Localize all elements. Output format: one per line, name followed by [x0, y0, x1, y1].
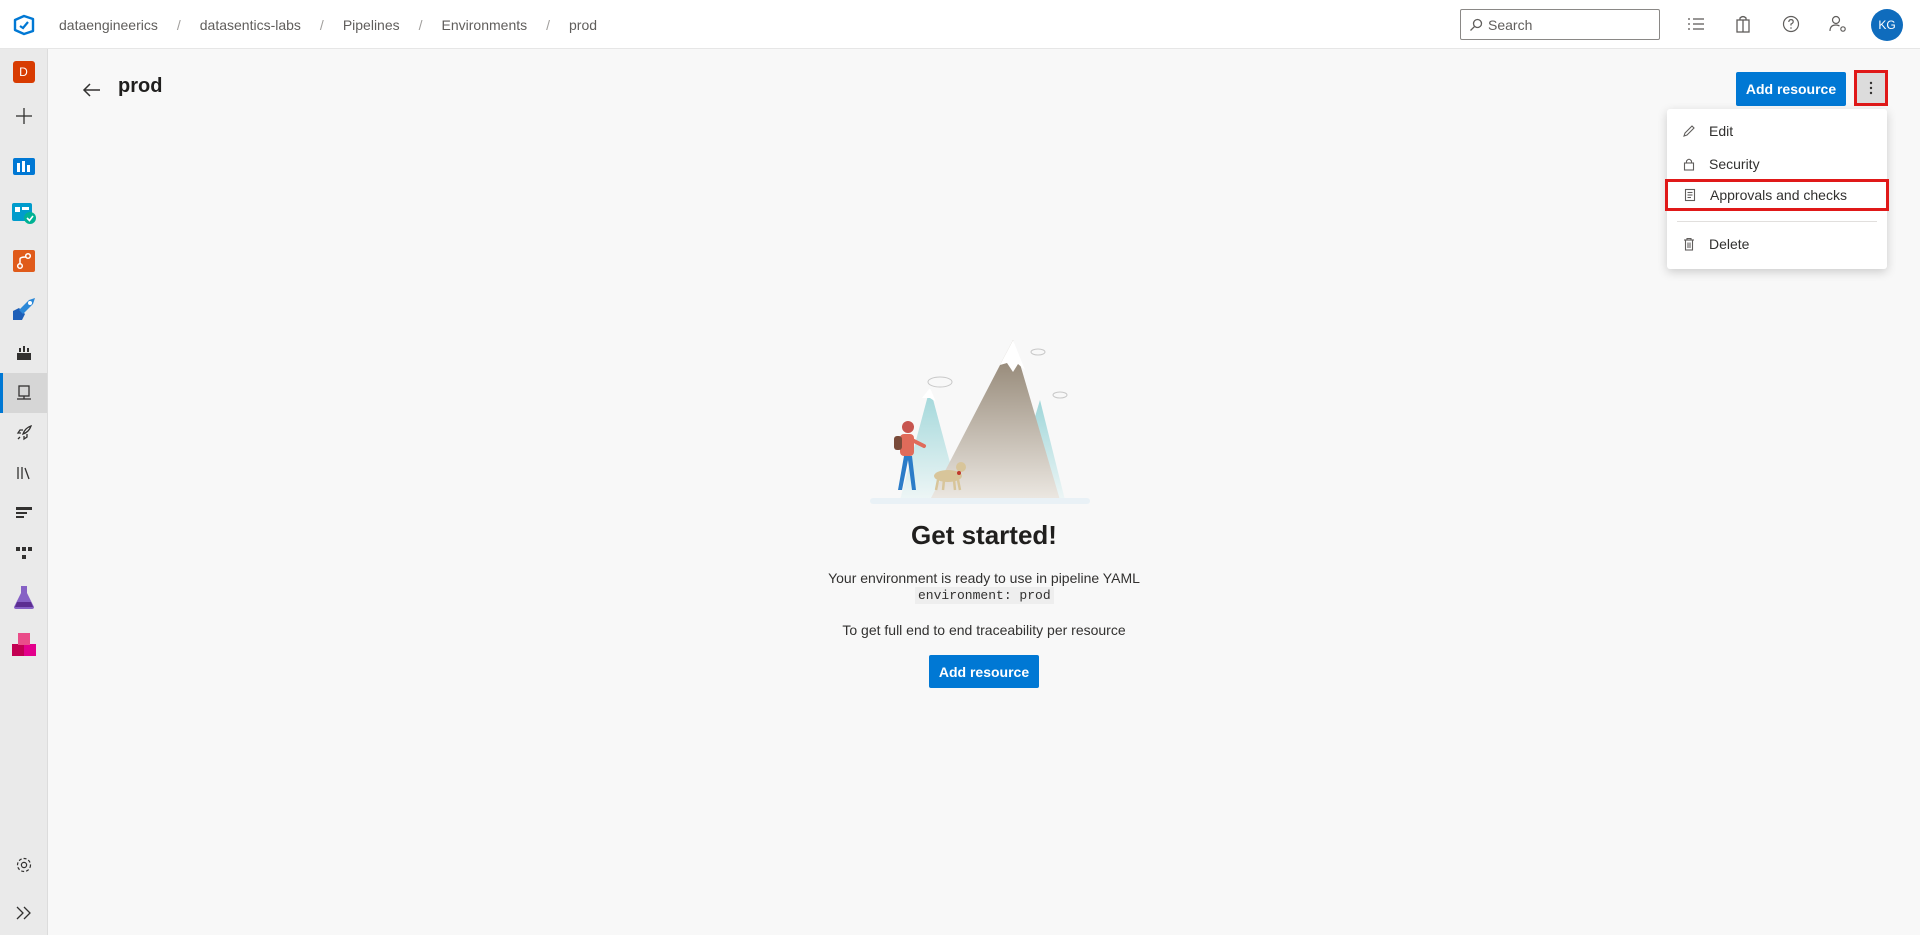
task-list-icon[interactable] — [1685, 13, 1707, 35]
pipelines-sub-icon[interactable] — [0, 333, 47, 373]
lock-icon — [1679, 157, 1699, 171]
settings-gear-icon[interactable] — [0, 845, 47, 885]
avatar[interactable]: KG — [1871, 9, 1903, 41]
search-input[interactable] — [1488, 16, 1648, 33]
breadcrumb-pipelines[interactable]: Pipelines — [343, 17, 400, 33]
plus-icon[interactable] — [0, 96, 47, 136]
pencil-icon — [1679, 124, 1699, 138]
breadcrumb-project[interactable]: datasentics-labs — [200, 17, 301, 33]
more-actions-button[interactable] — [1854, 70, 1888, 106]
menu-divider — [1677, 221, 1877, 222]
library-icon[interactable] — [0, 453, 47, 493]
add-resource-button[interactable]: Add resource — [1736, 72, 1846, 106]
breadcrumb: dataengineerics / datasentics-labs / Pip… — [59, 16, 598, 33]
empty-state-headline: Get started! — [911, 520, 1057, 550]
search-icon — [1470, 18, 1483, 31]
top-bar: dataengineerics / datasentics-labs / Pip… — [0, 0, 1920, 49]
checklist-icon — [1680, 188, 1700, 202]
empty-state-description: Your environment is ready to use in pipe… — [828, 570, 1140, 586]
left-navigation-rail: D — [0, 49, 48, 935]
marketplace-bag-icon[interactable] — [1732, 13, 1754, 35]
page-title: prod — [118, 75, 163, 97]
empty-state-traceability-text: To get full end to end traceability per … — [842, 622, 1126, 638]
mountain-hiker-illustration — [870, 340, 1090, 504]
yaml-snippet: environment: prod — [915, 587, 1054, 604]
repos-icon[interactable] — [0, 241, 47, 281]
expand-chevron-icon[interactable] — [0, 893, 47, 933]
breadcrumb-organization[interactable]: dataengineerics — [59, 17, 158, 33]
help-icon[interactable] — [1780, 13, 1802, 35]
trash-icon — [1679, 237, 1699, 251]
breadcrumb-current[interactable]: prod — [569, 17, 597, 33]
menu-item-security[interactable]: Security — [1667, 148, 1887, 180]
releases-rocket-icon[interactable] — [0, 413, 47, 453]
back-arrow-icon[interactable] — [80, 78, 104, 102]
actions-menu: Edit Security Approvals and checks Delet… — [1665, 109, 1889, 269]
project-initial: D — [12, 61, 35, 83]
azure-devops-logo-icon[interactable] — [13, 14, 35, 36]
environments-icon[interactable] — [0, 373, 47, 413]
add-resource-center-button[interactable]: Add resource — [929, 655, 1039, 688]
project-badge[interactable]: D — [0, 52, 47, 92]
breadcrumb-environments[interactable]: Environments — [442, 17, 528, 33]
menu-item-edit[interactable]: Edit — [1667, 115, 1887, 147]
menu-item-delete[interactable]: Delete — [1667, 228, 1887, 260]
pipelines-icon[interactable] — [0, 289, 47, 329]
menu-item-approvals-and-checks[interactable]: Approvals and checks — [1665, 179, 1889, 211]
boards-icon[interactable] — [0, 193, 47, 233]
vertical-ellipsis-icon — [1869, 81, 1873, 95]
user-settings-icon[interactable] — [1827, 13, 1849, 35]
overview-icon[interactable] — [0, 145, 47, 185]
search-box[interactable] — [1460, 9, 1660, 40]
